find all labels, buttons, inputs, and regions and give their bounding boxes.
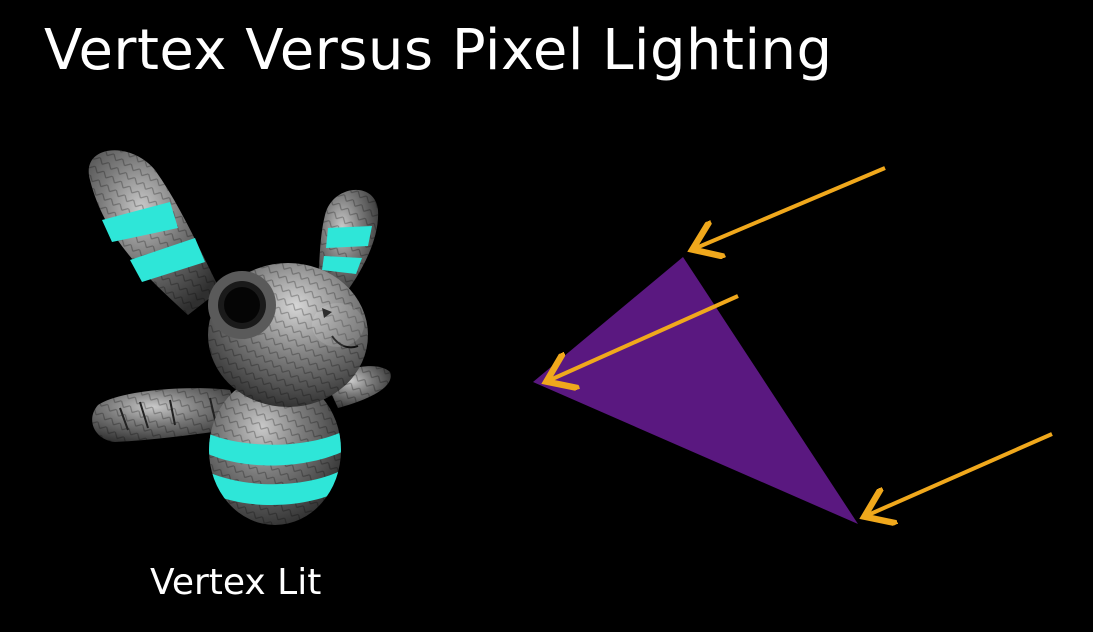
slide: Vertex Versus Pixel Lighting Vertex Lit — [0, 0, 1093, 632]
left-ear — [88, 150, 220, 315]
triangle-lighting-diagram — [533, 166, 1053, 560]
purple-triangle — [533, 257, 858, 524]
slide-title: Vertex Versus Pixel Lighting — [44, 18, 833, 83]
vertex-lit-caption: Vertex Lit — [150, 562, 322, 603]
bunny-head — [208, 263, 368, 407]
light-arrow-top — [696, 166, 886, 248]
vertex-lit-bunny-image — [88, 150, 391, 525]
light-arrow-bottom — [868, 432, 1053, 515]
